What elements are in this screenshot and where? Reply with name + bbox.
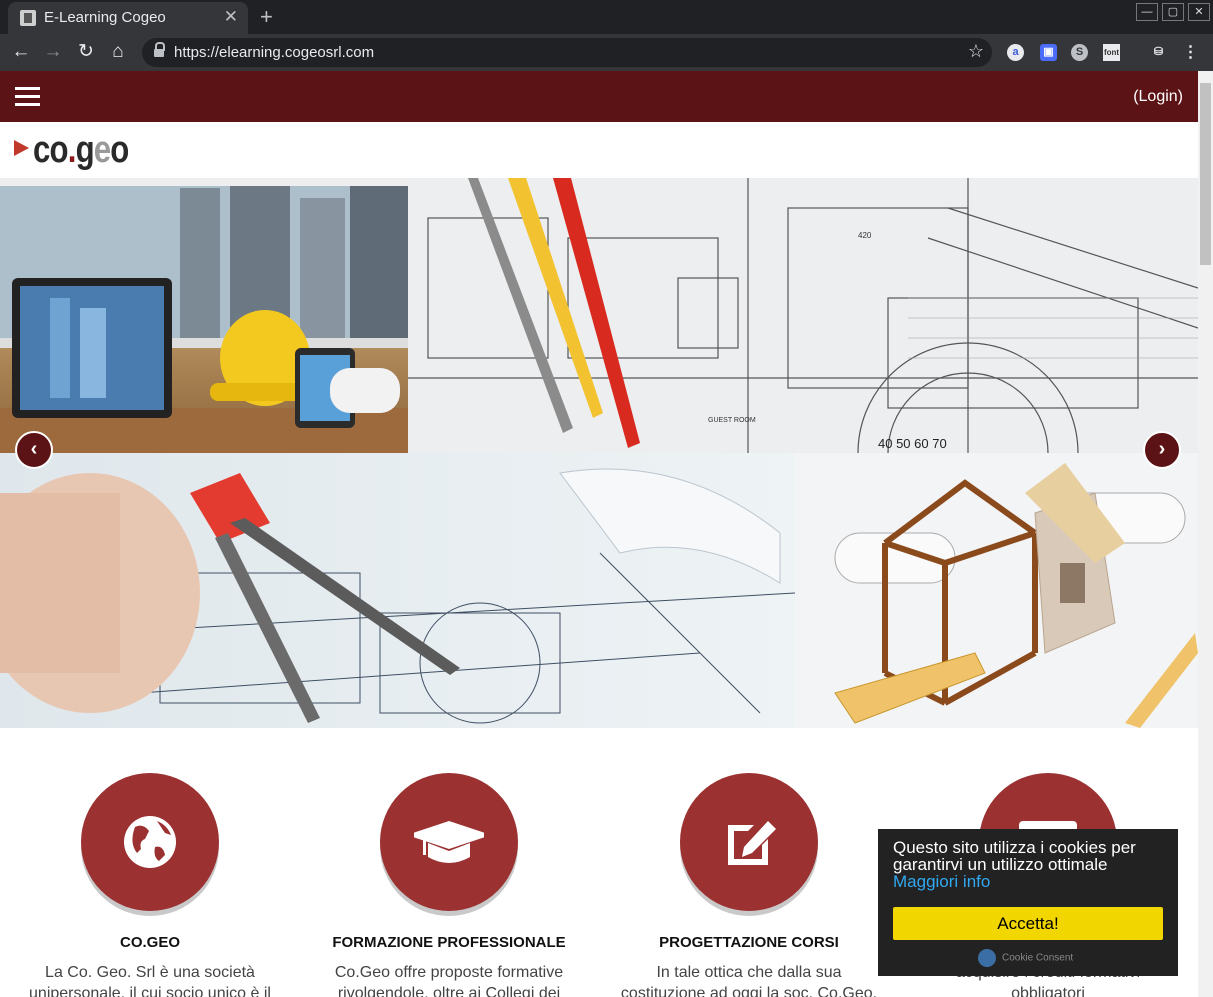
feature-text: Co.Geo offre proposte formative rivolgen… <box>334 964 564 997</box>
office-scene-image <box>0 178 408 453</box>
minimize-button[interactable]: — <box>1136 3 1158 21</box>
new-tab-button[interactable]: + <box>260 4 273 30</box>
extension-box-icon[interactable]: ▣ <box>1040 44 1057 61</box>
extension-a-icon[interactable]: a <box>1007 44 1024 61</box>
carousel-next-button[interactable]: › <box>1143 431 1181 469</box>
feature-text: In tale ottica che dalla sua costituzion… <box>620 964 878 997</box>
tab-close-icon[interactable]: ✕ <box>224 7 238 27</box>
scrollbar-thumb[interactable] <box>1200 83 1211 265</box>
feature-icon-circle <box>380 773 518 911</box>
address-bar[interactable]: https://elearning.cogeosrl.com ☆ <box>142 38 992 67</box>
image-carousel: 420 GUEST ROOM 40 50 60 70 ‹ › <box>0 178 1198 728</box>
house-frame-image <box>834 463 1198 728</box>
feature-title: PROGETTAZIONE CORSI <box>659 934 839 951</box>
graduation-cap-icon <box>414 821 484 863</box>
back-icon[interactable]: ← <box>10 41 32 63</box>
cookie-accept-button[interactable]: Accetta! <box>893 907 1163 940</box>
blueprint-pencils-image: 420 GUEST ROOM 40 50 60 70 <box>408 178 1198 453</box>
logo-triangle-icon <box>14 140 29 156</box>
carousel-image-office <box>0 178 408 453</box>
page-scrollbar[interactable] <box>1198 71 1213 997</box>
carousel-image-compass <box>0 453 795 728</box>
feature-title: FORMAZIONE PROFESSIONALE <box>332 934 566 951</box>
close-window-button[interactable]: ✕ <box>1188 3 1210 21</box>
url-text[interactable]: https://elearning.cogeosrl.com <box>174 44 374 61</box>
menu-kebab-icon[interactable]: ⋮ <box>1182 44 1199 61</box>
carousel-prev-button[interactable]: ‹ <box>15 431 53 469</box>
web-page: (Login) co.geo 420 GUEST ROOM 40 50 60 7… <box>0 71 1213 997</box>
cookie-consent-logo-icon <box>978 949 996 967</box>
logo-text: co.geo <box>33 129 129 171</box>
forward-icon[interactable]: → <box>42 41 64 63</box>
feature-text: La Co. Geo. Srl è una società unipersona… <box>29 964 271 997</box>
feature-title: CO.GEO <box>119 934 180 951</box>
feature-icon-circle <box>680 773 818 911</box>
cogeo-logo[interactable]: co.geo <box>14 129 164 173</box>
extension-s-icon[interactable]: S <box>1071 44 1088 61</box>
lock-icon <box>154 42 165 58</box>
feature-icon-circle <box>81 773 219 911</box>
edit-icon <box>728 821 776 865</box>
extension-font-icon[interactable]: font <box>1103 44 1120 61</box>
site-navbar: (Login) <box>0 71 1198 122</box>
svg-text:GUEST ROOM: GUEST ROOM <box>708 417 756 424</box>
svg-text:420: 420 <box>858 231 872 240</box>
browser-tab[interactable]: E-Learning Cogeo ✕ <box>8 2 248 34</box>
cookie-consent-banner: Questo sito utilizza i cookies per garan… <box>878 829 1178 976</box>
hamburger-menu-icon[interactable] <box>15 87 40 106</box>
cookie-consent-brand: Cookie Consent <box>978 949 1073 967</box>
incognito-icon[interactable]: ⛁ <box>1150 44 1167 61</box>
browser-tab-bar: E-Learning Cogeo ✕ + — ▢ ✕ <box>0 0 1213 34</box>
carousel-image-house <box>795 453 1198 728</box>
cookie-more-info-link[interactable]: Maggiori info <box>893 873 1163 890</box>
tab-title: E-Learning Cogeo <box>44 9 166 26</box>
carousel-image-blueprint: 420 GUEST ROOM 40 50 60 70 <box>408 178 1198 453</box>
browser-toolbar: ← → ↻ ⌂ https://elearning.cogeosrl.com ☆… <box>0 34 1213 71</box>
favicon-icon <box>20 10 36 26</box>
cookie-message: Questo sito utilizza i cookies per garan… <box>893 838 1136 874</box>
login-link[interactable]: (Login) <box>1133 88 1183 106</box>
compass-blueprint-image <box>0 468 795 724</box>
bookmark-star-icon[interactable]: ☆ <box>968 41 984 62</box>
reload-icon[interactable]: ↻ <box>75 41 97 63</box>
globe-icon <box>124 816 176 868</box>
svg-text:40 50 60 70: 40 50 60 70 <box>878 436 947 451</box>
maximize-button[interactable]: ▢ <box>1162 3 1184 21</box>
home-icon[interactable]: ⌂ <box>107 41 129 63</box>
